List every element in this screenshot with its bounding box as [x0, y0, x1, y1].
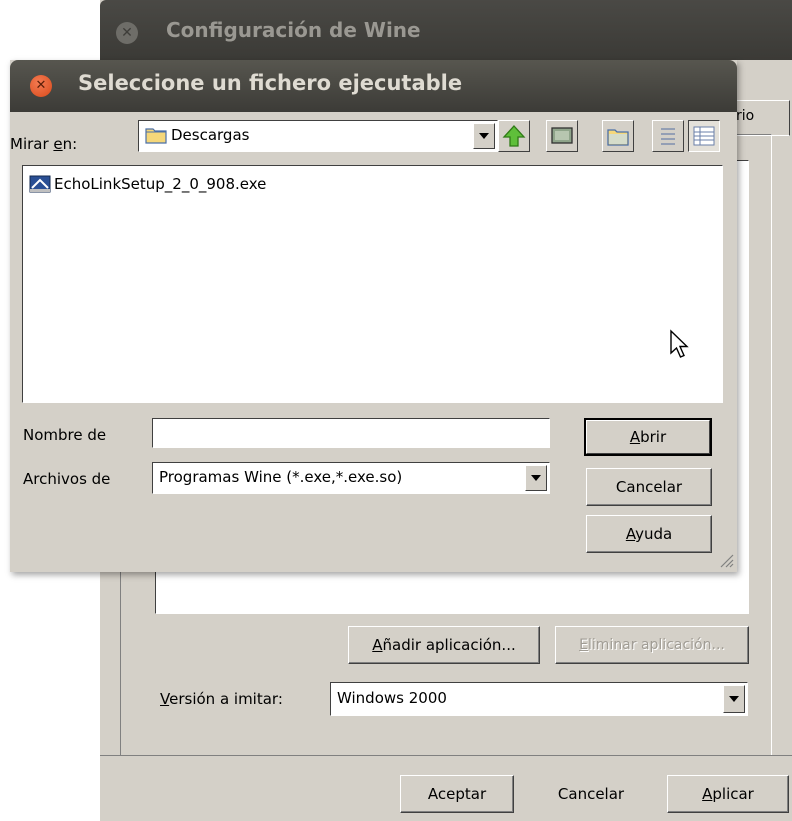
new-folder-icon [607, 129, 629, 146]
filetype-combo[interactable]: Programas Wine (*.exe,*.exe.so) [152, 462, 550, 494]
filename-input[interactable] [152, 418, 550, 448]
button-label: yuda [635, 525, 673, 543]
button-label: Cancelar [557, 785, 625, 803]
windows-version-select[interactable]: Windows 2000 [330, 682, 748, 716]
file-list[interactable]: EchoLinkSetup_2_0_908.exe [22, 165, 723, 403]
up-folder-icon [502, 125, 526, 147]
desktop-button[interactable] [546, 120, 578, 152]
ok-button[interactable]: Aceptar [400, 775, 514, 813]
accel-key: V [160, 690, 170, 708]
look-in-label: Mirar en: [10, 135, 77, 153]
close-icon[interactable]: ✕ [116, 22, 138, 44]
button-label: Cancelar [615, 478, 683, 496]
look-in-combo[interactable]: Descargas [138, 120, 498, 152]
details-view-icon [693, 126, 715, 146]
windows-version-label: Versión a imitar: [160, 690, 283, 708]
select-executable-dialog: ✕ Seleccione un fichero ejecutable Mirar… [10, 60, 737, 572]
accel-key: A [702, 785, 713, 803]
dialog-cancel-button[interactable]: Cancelar [586, 468, 712, 506]
new-folder-button[interactable] [602, 120, 634, 152]
remove-application-button: Eliminar aplicación... [555, 626, 749, 664]
details-view-button[interactable] [688, 120, 720, 152]
file-item[interactable]: EchoLinkSetup_2_0_908.exe [29, 174, 266, 194]
filetype-value: Programas Wine (*.exe,*.exe.so) [159, 468, 403, 486]
resize-grip-icon[interactable] [718, 552, 734, 568]
file-name: EchoLinkSetup_2_0_908.exe [54, 175, 267, 193]
list-view-button[interactable] [652, 120, 684, 152]
close-icon[interactable]: ✕ [30, 75, 52, 97]
windows-version-value: Windows 2000 [337, 689, 447, 707]
open-button[interactable]: Abrir [584, 418, 712, 456]
button-label: Aceptar [427, 785, 487, 803]
help-button[interactable]: Ayuda [586, 515, 712, 553]
window-title: Configuración de Wine [166, 18, 421, 42]
desktop-icon [551, 127, 573, 144]
folder-icon [145, 128, 167, 144]
label-text: Mirar [10, 135, 54, 153]
tab-partial-label: rio [736, 108, 755, 124]
open-button-face: Abrir [586, 420, 710, 454]
dialog-title: Seleccione un fichero ejecutable [78, 71, 463, 95]
label-text: ersión a imitar: [169, 690, 283, 708]
button-label: brir [640, 428, 667, 446]
apply-button[interactable]: Aplicar [667, 775, 789, 813]
chevron-down-icon[interactable] [723, 685, 745, 713]
button-label: liminar aplicación... [587, 637, 725, 653]
exe-installer-icon [29, 175, 51, 193]
accel-key: E [579, 637, 588, 653]
chevron-down-icon[interactable] [525, 465, 547, 491]
divider [100, 755, 792, 756]
accel-key: e [53, 135, 63, 153]
cancel-button[interactable]: Cancelar [530, 775, 652, 813]
accel-key: A [372, 636, 383, 654]
label-text: n: [62, 135, 78, 153]
up-folder-button[interactable] [498, 120, 530, 152]
button-label: ñadir aplicación... [382, 636, 516, 654]
wine-config-titlebar: ✕ Configuración de Wine [100, 0, 792, 60]
chevron-down-icon[interactable] [473, 123, 495, 149]
mouse-cursor-icon [670, 329, 689, 358]
filename-label: Nombre de [23, 426, 107, 444]
dialog-titlebar: ✕ Seleccione un fichero ejecutable [10, 60, 737, 112]
button-label: plicar [712, 785, 754, 803]
accel-key: A [625, 525, 636, 543]
filetype-label: Archivos de [23, 470, 111, 488]
accel-key: A [629, 428, 641, 446]
list-view-icon [661, 128, 675, 145]
add-application-button[interactable]: Añadir aplicación... [348, 626, 540, 664]
look-in-value: Descargas [171, 126, 250, 144]
